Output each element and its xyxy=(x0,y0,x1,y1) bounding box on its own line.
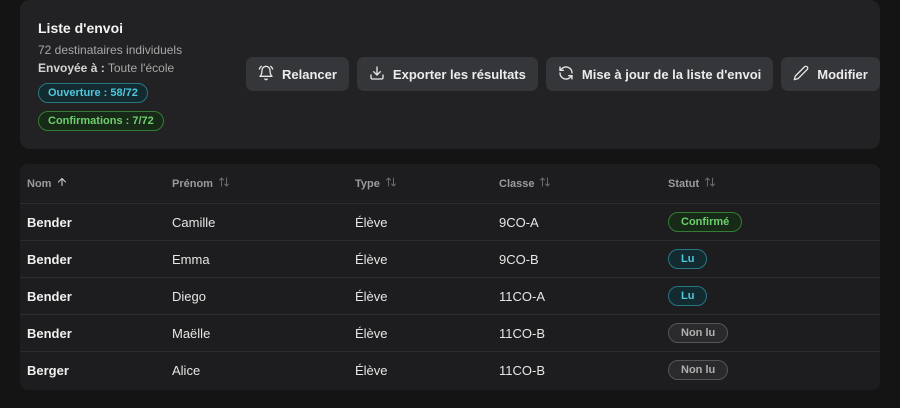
status-badge: Non lu xyxy=(668,323,729,343)
cell-statut: Non lu xyxy=(668,352,729,388)
remind-button[interactable]: Relancer xyxy=(246,57,349,91)
cell-type: Élève xyxy=(355,362,388,378)
column-header-type[interactable]: Type xyxy=(355,164,397,203)
status-badge: Lu xyxy=(668,286,708,306)
cell-prenom: Diego xyxy=(172,288,206,304)
sent-to-value: Toute l'école xyxy=(107,61,175,75)
column-header-label: Nom xyxy=(27,177,52,190)
pencil-icon xyxy=(793,65,809,84)
table-row[interactable]: Bender Camille Élève 9CO-A Confirmé xyxy=(20,203,880,240)
edit-label: Modifier xyxy=(817,66,868,82)
cell-prenom: Maëlle xyxy=(172,325,211,341)
cell-statut: Confirmé xyxy=(668,204,743,240)
table-row[interactable]: Bender Emma Élève 9CO-B Lu xyxy=(20,240,880,277)
cell-prenom: Alice xyxy=(172,362,201,378)
cell-type: Élève xyxy=(355,288,388,304)
sort-icon xyxy=(699,176,716,191)
table-row[interactable]: Berger Alice Élève 11CO-B Non lu xyxy=(20,351,880,388)
sort-icon xyxy=(534,176,551,191)
column-header-prenom[interactable]: Prénom xyxy=(172,164,230,203)
cell-statut: Lu xyxy=(668,241,708,277)
recipients-table: Nom Prénom Type Classe Statut Bender Cam… xyxy=(20,164,880,390)
list-title: Liste d'envoi xyxy=(38,20,124,36)
cell-type: Élève xyxy=(355,251,388,267)
sent-to-label: Envoyée à : xyxy=(38,61,105,75)
download-icon xyxy=(369,65,385,84)
cell-prenom: Camille xyxy=(172,214,216,230)
cell-classe: 9CO-B xyxy=(499,251,539,267)
distribution-list-card: Liste d'envoi 72 destinataires individue… xyxy=(20,0,880,149)
refresh-icon xyxy=(558,65,574,84)
cell-nom: Berger xyxy=(27,362,69,378)
sort-icon xyxy=(213,176,230,191)
cell-type: Élève xyxy=(355,214,388,230)
cell-prenom: Emma xyxy=(172,251,210,267)
column-header-label: Prénom xyxy=(172,177,213,190)
recipient-count: 72 destinataires individuels xyxy=(38,43,183,57)
export-button[interactable]: Exporter les résultats xyxy=(356,57,538,91)
column-header-classe[interactable]: Classe xyxy=(499,164,551,203)
status-badge: Confirmé xyxy=(668,212,743,232)
column-header-nom[interactable]: Nom xyxy=(27,164,68,203)
column-header-label: Classe xyxy=(499,177,535,190)
status-badge: Lu xyxy=(668,249,708,269)
table-row[interactable]: Bender Diego Élève 11CO-A Lu xyxy=(20,277,880,314)
cell-classe: 11CO-A xyxy=(499,288,545,304)
table-row[interactable]: Bender Maëlle Élève 11CO-B Non lu xyxy=(20,314,880,351)
cell-nom: Bender xyxy=(27,288,72,304)
sent-to: Envoyée à : Toute l'école xyxy=(38,61,182,75)
export-label: Exporter les résultats xyxy=(392,66,526,82)
status-badge: Non lu xyxy=(668,360,729,380)
remind-label: Relancer xyxy=(282,66,337,82)
cell-statut: Lu xyxy=(668,278,708,314)
confirmations-badge: Confirmations : 7/72 xyxy=(38,111,164,131)
cell-type: Élève xyxy=(355,325,388,341)
arrow-up-icon xyxy=(51,176,68,191)
cell-classe: 11CO-B xyxy=(499,325,545,341)
cell-nom: Bender xyxy=(27,251,72,267)
update-list-label: Mise à jour de la liste d'envoi xyxy=(581,66,762,82)
sort-icon xyxy=(380,176,397,191)
list-info: Liste d'envoi 72 destinataires individue… xyxy=(38,20,182,131)
cell-statut: Non lu xyxy=(668,315,729,351)
cell-nom: Bender xyxy=(27,325,72,341)
table-header: Nom Prénom Type Classe Statut xyxy=(20,164,880,203)
update-list-button[interactable]: Mise à jour de la liste d'envoi xyxy=(545,57,774,91)
edit-button[interactable]: Modifier xyxy=(781,57,880,91)
opening-badge: Ouverture : 58/72 xyxy=(38,83,148,103)
action-bar: Relancer Exporter les résultats Mise à j… xyxy=(246,57,880,91)
column-header-statut[interactable]: Statut xyxy=(668,164,716,203)
bell-icon xyxy=(258,65,274,84)
column-header-label: Statut xyxy=(668,177,700,190)
cell-classe: 11CO-B xyxy=(499,362,545,378)
cell-nom: Bender xyxy=(27,214,72,230)
column-header-label: Type xyxy=(355,177,380,190)
cell-classe: 9CO-A xyxy=(499,214,539,230)
